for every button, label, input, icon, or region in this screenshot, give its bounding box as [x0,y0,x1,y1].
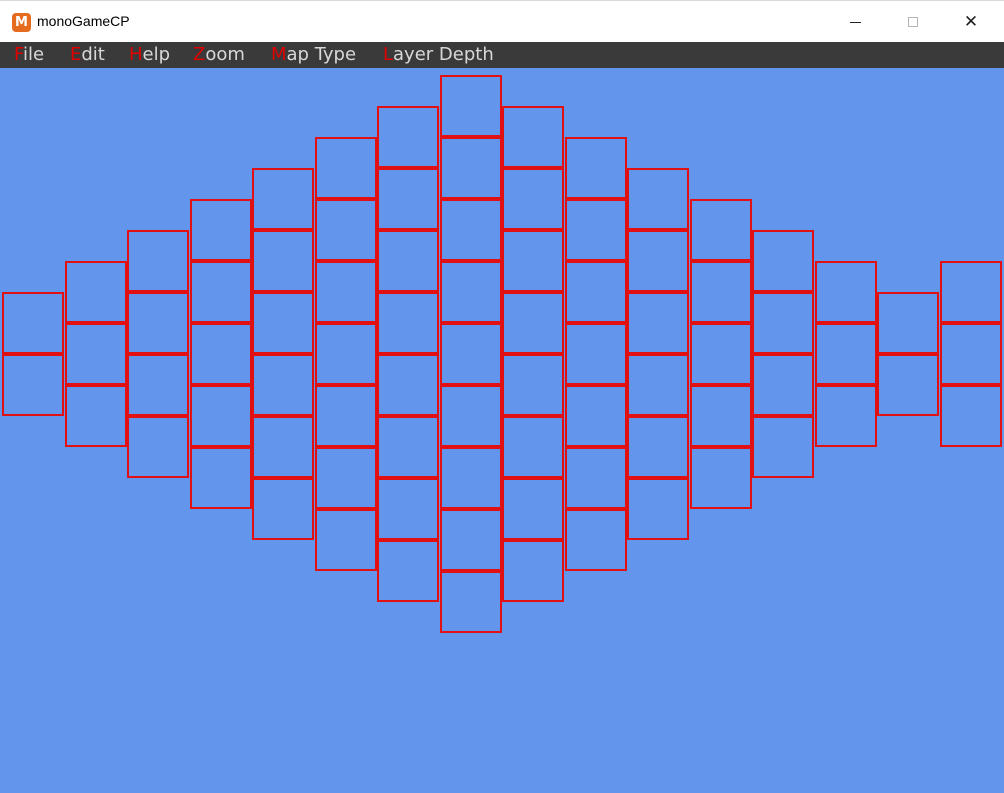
map-tile[interactable] [189,199,252,261]
map-tile[interactable] [564,137,627,199]
map-tile[interactable] [252,416,314,478]
map-tile[interactable] [127,230,189,292]
minimize-button[interactable] [826,1,884,43]
map-tile[interactable] [314,509,377,571]
map-tile[interactable] [564,447,627,509]
map-tile[interactable] [689,323,752,385]
map-tile[interactable] [502,230,564,292]
map-tile[interactable] [439,447,502,509]
map-tile[interactable] [689,447,752,509]
map-tile[interactable] [314,199,377,261]
map-tile[interactable] [314,261,377,323]
menu-file[interactable]: File [14,44,44,66]
map-tile[interactable] [377,354,439,416]
map-tile[interactable] [377,230,439,292]
map-tile[interactable] [564,385,627,447]
map-tile[interactable] [627,478,689,540]
map-tile[interactable] [689,199,752,261]
map-tile[interactable] [502,478,564,540]
map-tile[interactable] [2,292,64,354]
map-tile[interactable] [252,168,314,230]
map-tile[interactable] [189,385,252,447]
map-tile[interactable] [377,416,439,478]
map-canvas[interactable] [0,68,1004,793]
map-tile[interactable] [127,292,189,354]
menu-edit[interactable]: Edit [70,44,105,66]
map-tile[interactable] [189,261,252,323]
map-tile[interactable] [814,323,877,385]
map-tile[interactable] [564,261,627,323]
title-bar: M monoGameCP ✕ [0,0,1004,42]
close-icon: ✕ [963,11,979,32]
map-tile[interactable] [627,230,689,292]
map-tile[interactable] [564,199,627,261]
map-tile[interactable] [252,354,314,416]
map-tile[interactable] [877,354,939,416]
map-tile[interactable] [752,230,814,292]
map-tile[interactable] [502,106,564,168]
close-button[interactable]: ✕ [942,1,1000,43]
map-tile[interactable] [64,261,127,323]
map-tile[interactable] [439,509,502,571]
map-tile[interactable] [2,354,64,416]
map-tile[interactable] [189,323,252,385]
map-tile[interactable] [127,416,189,478]
minimize-icon [849,21,861,23]
map-tile[interactable] [752,292,814,354]
map-tile[interactable] [439,199,502,261]
map-tile[interactable] [377,106,439,168]
map-tile[interactable] [502,416,564,478]
menu-map-type[interactable]: Map Type [271,44,356,66]
map-tile[interactable] [564,323,627,385]
map-tile[interactable] [502,292,564,354]
map-tile[interactable] [127,354,189,416]
map-tile[interactable] [314,323,377,385]
map-tile[interactable] [689,261,752,323]
map-tile[interactable] [377,292,439,354]
map-tile[interactable] [439,75,502,137]
map-tile[interactable] [64,385,127,447]
map-tile[interactable] [627,168,689,230]
map-tile[interactable] [252,478,314,540]
maximize-icon [908,17,918,27]
menu-bar: File Edit Help Zoom Map Type Layer Depth [0,42,1004,68]
window-title: monoGameCP [37,13,130,29]
menu-zoom[interactable]: Zoom [193,44,245,66]
map-tile[interactable] [814,261,877,323]
map-tile[interactable] [64,323,127,385]
monogame-logo-icon: M [12,13,31,32]
map-tile[interactable] [627,292,689,354]
menu-help[interactable]: Help [129,44,170,66]
map-tile[interactable] [189,447,252,509]
map-tile[interactable] [314,447,377,509]
map-tile[interactable] [752,416,814,478]
map-tile[interactable] [377,168,439,230]
map-tile[interactable] [502,168,564,230]
map-tile[interactable] [939,261,1002,323]
map-tile[interactable] [564,509,627,571]
maximize-button[interactable] [884,1,942,43]
map-tile[interactable] [502,540,564,602]
map-tile[interactable] [439,385,502,447]
map-tile[interactable] [314,137,377,199]
map-tile[interactable] [439,571,502,633]
map-tile[interactable] [439,261,502,323]
map-tile[interactable] [252,292,314,354]
map-tile[interactable] [939,323,1002,385]
map-tile[interactable] [252,230,314,292]
map-tile[interactable] [502,354,564,416]
map-tile[interactable] [689,385,752,447]
map-tile[interactable] [627,354,689,416]
map-tile[interactable] [877,292,939,354]
map-tile[interactable] [439,323,502,385]
map-tile[interactable] [377,540,439,602]
map-tile[interactable] [939,385,1002,447]
map-tile[interactable] [314,385,377,447]
map-tile[interactable] [814,385,877,447]
map-tile[interactable] [377,478,439,540]
map-tile[interactable] [752,354,814,416]
menu-layer-depth[interactable]: Layer Depth [383,44,494,66]
map-tile[interactable] [627,416,689,478]
map-tile[interactable] [439,137,502,199]
